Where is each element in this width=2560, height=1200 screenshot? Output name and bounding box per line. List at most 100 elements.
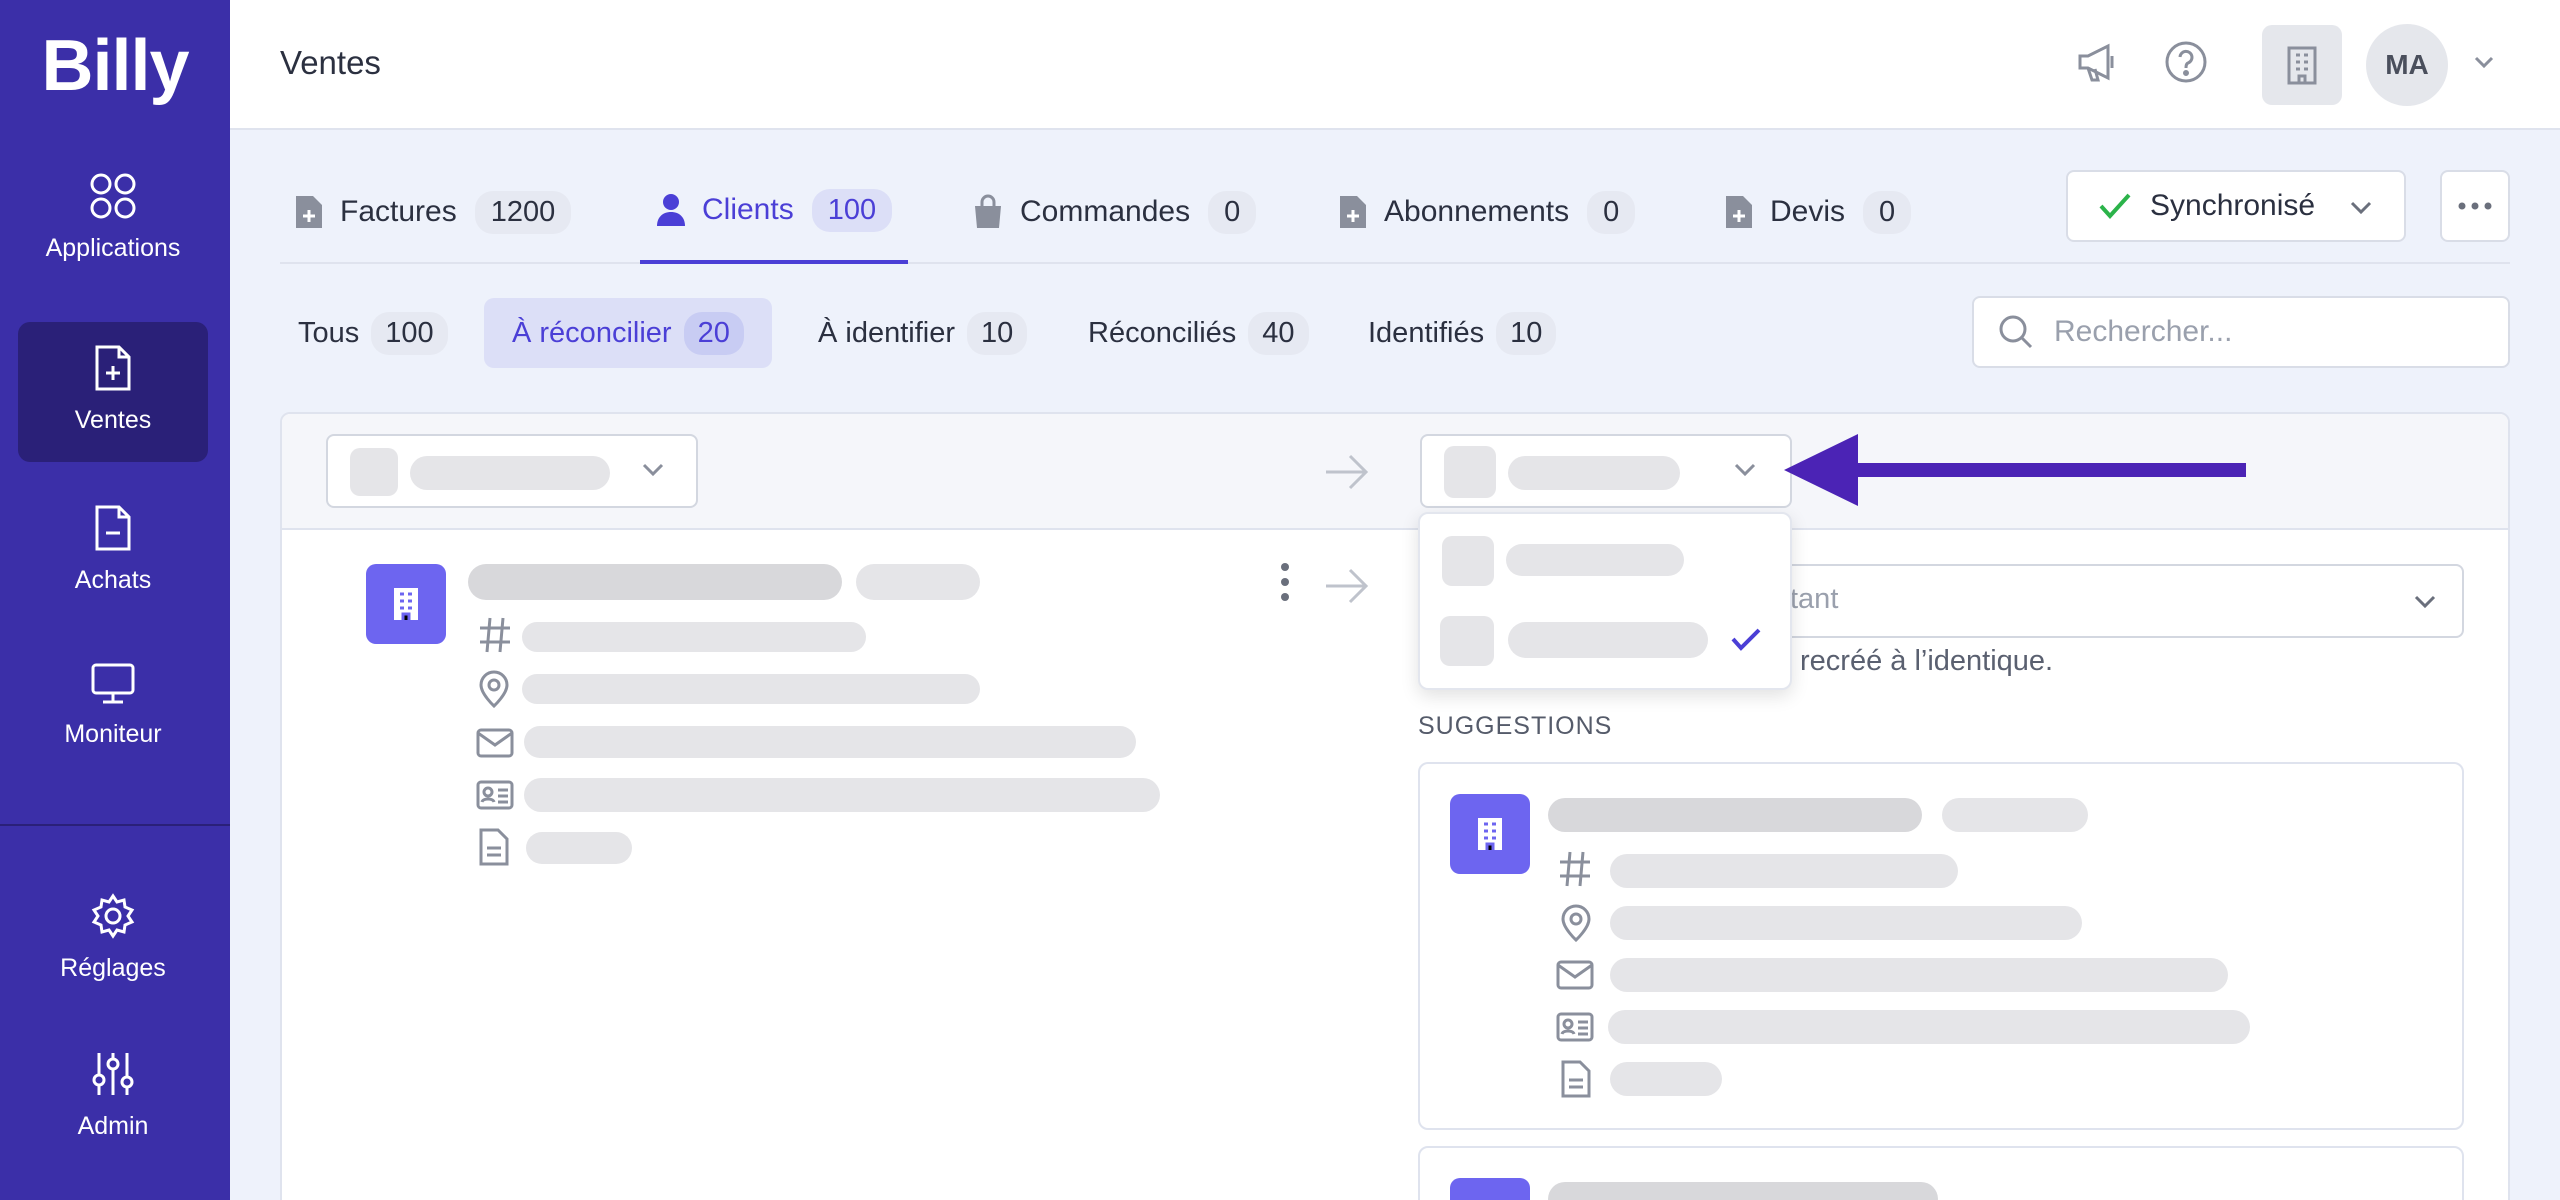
hash-icon <box>1560 851 1590 887</box>
skeleton-placeholder <box>1608 1010 2250 1044</box>
id-card-icon <box>1556 1012 1594 1042</box>
tab-abonnements[interactable]: Abonnements 0 <box>1338 160 1636 264</box>
document-icon <box>479 828 509 866</box>
suggestions-label: SUGGESTIONS <box>1418 712 1613 740</box>
skeleton-placeholder <box>1548 798 1922 832</box>
suggestion-card[interactable] <box>1418 762 2464 1130</box>
more-options-button[interactable] <box>2440 170 2510 242</box>
subtab-label: À identifier <box>818 316 956 349</box>
subtab-label: À réconcilier <box>512 316 672 349</box>
sidebar-item-achats[interactable]: Achats <box>18 482 208 622</box>
subtab-identifies[interactable]: Identifiés 10 <box>1352 298 1572 368</box>
sidebar-item-label: Moniteur <box>64 720 162 748</box>
skeleton-placeholder <box>522 674 980 704</box>
subtab-count: 10 <box>967 311 1028 355</box>
tab-label: Factures <box>340 195 457 228</box>
avatar[interactable]: MA <box>2366 24 2448 106</box>
user-icon <box>657 194 685 226</box>
document-plus-icon <box>296 196 322 228</box>
subtab-reconcilies[interactable]: Réconciliés 40 <box>1072 298 1325 368</box>
sidebar-item-label: Réglages <box>60 954 166 982</box>
sidebar-item-applications[interactable]: Applications <box>18 150 208 290</box>
skeleton-placeholder <box>522 622 866 652</box>
user-menu-toggle[interactable] <box>2470 48 2498 81</box>
arrow-right-icon <box>1326 568 1369 604</box>
sidebar: Billy Applications Ventes Achats Moniteu… <box>0 0 230 1200</box>
more-vertical-icon[interactable] <box>1280 562 1290 602</box>
tab-count: 0 <box>1587 190 1636 234</box>
mail-icon <box>1556 960 1594 990</box>
sidebar-item-admin[interactable]: Admin <box>18 1028 208 1168</box>
sidebar-item-label: Applications <box>45 234 181 262</box>
check-icon <box>1731 628 1761 651</box>
dropdown-option-selected[interactable] <box>1420 602 1790 690</box>
chevron-down-icon <box>2350 201 2372 215</box>
subtab-a-reconcilier[interactable]: À réconcilier 20 <box>484 298 772 368</box>
dropdown-option[interactable] <box>1420 514 1790 602</box>
gear-icon <box>91 893 135 939</box>
search-box[interactable] <box>1972 296 2510 368</box>
hint-text: recréé à l’identique. <box>1800 645 2054 677</box>
company-button[interactable] <box>2262 25 2342 105</box>
subtab-count: 10 <box>1496 311 1557 355</box>
skeleton-placeholder <box>1508 622 1708 658</box>
annotation-arrow-icon <box>1784 434 2246 506</box>
document-plus-icon <box>95 345 131 391</box>
skeleton-placeholder <box>468 564 842 600</box>
building-icon <box>1478 818 1502 850</box>
apps-icon <box>90 173 136 219</box>
chevron-down-icon <box>642 463 664 477</box>
tab-count: 0 <box>1208 190 1257 234</box>
sync-status-button[interactable]: Synchronisé <box>2066 170 2406 242</box>
megaphone-icon <box>2078 43 2114 82</box>
announcements-button[interactable] <box>2066 30 2130 94</box>
skeleton-placeholder <box>856 564 980 600</box>
sidebar-item-reglages[interactable]: Réglages <box>18 870 208 1010</box>
tab-devis[interactable]: Devis 0 <box>1724 160 1912 264</box>
tab-count: 1200 <box>474 190 572 234</box>
suggestion-card[interactable] <box>1418 1146 2464 1200</box>
id-card-icon <box>476 780 514 810</box>
skeleton-placeholder <box>1942 798 2088 832</box>
sidebar-item-moniteur[interactable]: Moniteur <box>18 640 208 780</box>
chevron-down-icon <box>2474 56 2494 69</box>
skeleton-placeholder <box>1508 456 1680 490</box>
select-placeholder-text: tant <box>1790 583 1839 615</box>
skeleton-placeholder <box>1444 446 1496 498</box>
chevron-down-icon <box>1734 463 1756 477</box>
check-icon <box>2099 193 2131 219</box>
skeleton-placeholder <box>350 448 398 496</box>
tab-clients[interactable]: Clients 100 <box>640 160 909 264</box>
tab-factures[interactable]: Factures 1200 <box>294 160 572 264</box>
subtab-count: 100 <box>371 311 448 355</box>
subtab-tous[interactable]: Tous 100 <box>282 298 464 368</box>
sidebar-divider <box>0 824 230 826</box>
company-avatar <box>1450 1178 1530 1200</box>
building-icon <box>394 588 418 620</box>
skeleton-placeholder <box>410 456 610 490</box>
document-icon <box>1561 1060 1591 1098</box>
skeleton-placeholder <box>524 726 1136 758</box>
top-header: Ventes MA <box>230 0 2560 130</box>
sliders-icon <box>92 1053 134 1095</box>
skeleton-placeholder <box>524 778 1160 812</box>
skeleton-placeholder <box>1610 854 1958 888</box>
location-pin-icon <box>479 670 509 708</box>
mail-icon <box>476 728 514 758</box>
subtab-a-identifier[interactable]: À identifier 10 <box>802 298 1043 368</box>
search-icon <box>1999 315 2033 349</box>
search-input[interactable] <box>2054 315 2474 349</box>
arrow-right-icon <box>1326 454 1369 490</box>
chevron-down-icon <box>2414 595 2436 609</box>
sidebar-item-label: Admin <box>77 1112 149 1140</box>
sidebar-item-ventes[interactable]: Ventes <box>18 322 208 462</box>
skeleton-placeholder <box>1610 958 2228 992</box>
app-logo: Billy <box>41 26 189 106</box>
target-select[interactable] <box>1420 434 1792 508</box>
source-select[interactable] <box>326 434 698 508</box>
help-button[interactable] <box>2154 30 2218 94</box>
document-plus-icon <box>1340 196 1366 228</box>
building-icon <box>2287 46 2317 85</box>
tab-commandes[interactable]: Commandes 0 <box>972 160 1257 264</box>
help-icon <box>2165 41 2207 83</box>
